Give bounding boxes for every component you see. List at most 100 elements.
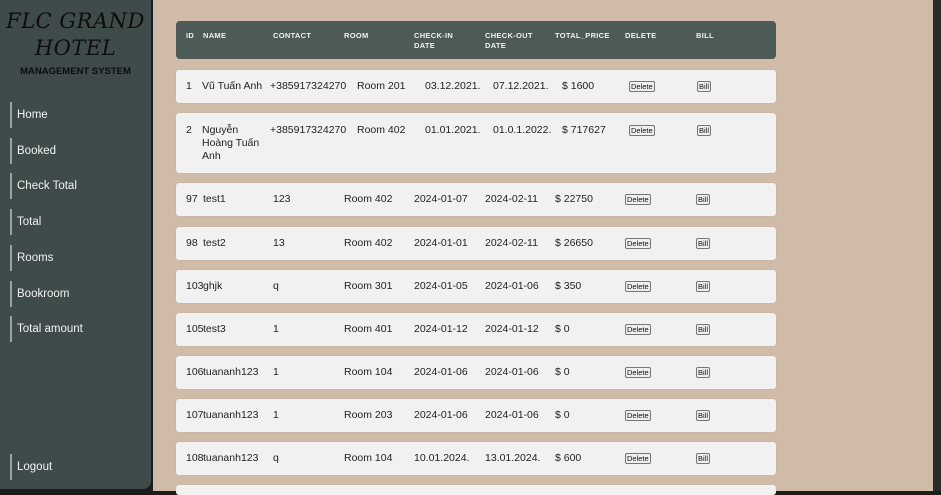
sidebar-item-booked[interactable]: Booked bbox=[10, 138, 56, 164]
bill-button[interactable]: Bill bbox=[696, 410, 711, 421]
cell-id: 97 bbox=[186, 193, 198, 205]
cell-room: Room 104 bbox=[344, 366, 393, 378]
sidebar-item-check-total[interactable]: Check Total bbox=[10, 173, 77, 199]
cell-room: Room 402 bbox=[344, 237, 393, 249]
cell-check-out: 2024-01-06 bbox=[485, 409, 539, 421]
cell-check-out: 2024-02-11 bbox=[485, 193, 538, 205]
cell-id: 106 bbox=[186, 366, 204, 378]
cell-check-in: 2024-01-07 bbox=[414, 193, 468, 205]
cell-name: tuananh123 bbox=[203, 452, 259, 464]
cell-check-out: 2024-01-06 bbox=[485, 366, 539, 378]
cell-contact: q bbox=[273, 280, 279, 292]
cell-name: Nguyễn Hoàng Tuấn Anh bbox=[202, 124, 260, 162]
bill-button[interactable]: Bill bbox=[696, 238, 711, 249]
cell-id: 103 bbox=[186, 280, 204, 292]
sidebar-item-total[interactable]: Total bbox=[10, 209, 41, 235]
cell-check-in: 2024-01-06 bbox=[414, 409, 468, 421]
cell-id: 98 bbox=[186, 237, 198, 249]
cell-contact: q bbox=[273, 452, 279, 464]
page-scrollbar[interactable] bbox=[933, 0, 941, 491]
cell-contact: 1 bbox=[273, 366, 279, 378]
cell-room: Room 402 bbox=[344, 193, 393, 205]
cell-check-in: 10.01.2024. bbox=[414, 452, 470, 464]
cell-total-price: $ 1600 bbox=[562, 80, 595, 92]
table-row: 106 tuananh123 1 Room 104 2024-01-06 202… bbox=[176, 356, 776, 389]
table-row bbox=[176, 485, 776, 495]
sidebar: FLC GRAND HOTEL MANAGEMENT SYSTEM Home B… bbox=[0, 0, 151, 489]
delete-button[interactable]: Delete bbox=[625, 281, 651, 292]
cell-id: 108 bbox=[186, 452, 204, 464]
column-header-check-out: CHECK-OUT DATE bbox=[485, 31, 533, 50]
cell-contact: 123 bbox=[273, 193, 291, 205]
table-row: 107 tuananh123 1 Room 203 2024-01-06 202… bbox=[176, 399, 776, 432]
cell-total-price: $ 22750 bbox=[555, 193, 593, 205]
cell-total-price: $ 717627 bbox=[562, 124, 606, 136]
column-header-bill: BILL bbox=[696, 31, 714, 40]
delete-button[interactable]: Delete bbox=[629, 125, 655, 136]
cell-contact: +385917324270 bbox=[270, 124, 347, 136]
cell-check-out: 07.12.2021. bbox=[493, 80, 549, 92]
brand-subtitle: MANAGEMENT SYSTEM bbox=[20, 66, 131, 77]
cell-room: Room 203 bbox=[344, 409, 393, 421]
cell-name: test2 bbox=[203, 237, 226, 249]
cell-id: 2 bbox=[186, 124, 192, 136]
cell-check-in: 2024-01-01 bbox=[414, 237, 468, 249]
cell-room: Room 104 bbox=[344, 452, 393, 464]
cell-check-in: 03.12.2021. bbox=[425, 80, 481, 92]
bill-button[interactable]: Bill bbox=[696, 367, 711, 378]
bill-button[interactable]: Bill bbox=[697, 125, 712, 136]
delete-button[interactable]: Delete bbox=[629, 81, 655, 92]
brand-title-line2: HOTEL bbox=[34, 36, 117, 60]
cell-check-out: 2024-01-12 bbox=[485, 323, 539, 335]
column-header-contact: CONTACT bbox=[273, 31, 312, 40]
table-row: 97 test1 123 Room 402 2024-01-07 2024-02… bbox=[176, 183, 776, 216]
delete-button[interactable]: Delete bbox=[625, 453, 651, 464]
sidebar-item-rooms[interactable]: Rooms bbox=[10, 245, 53, 271]
table-row: 98 test2 13 Room 402 2024-01-01 2024-02-… bbox=[176, 227, 776, 260]
cell-room: Room 402 bbox=[357, 124, 406, 136]
cell-contact: 1 bbox=[273, 409, 279, 421]
bill-button[interactable]: Bill bbox=[696, 453, 711, 464]
sidebar-item-total-amount[interactable]: Total amount bbox=[10, 316, 83, 342]
brand-title-line1: FLC GRAND bbox=[6, 9, 145, 33]
column-header-delete: DELETE bbox=[625, 31, 657, 40]
bill-button[interactable]: Bill bbox=[696, 324, 711, 335]
cell-check-out: 13.01.2024. bbox=[485, 452, 541, 464]
cell-total-price: $ 600 bbox=[555, 452, 582, 464]
bill-button[interactable]: Bill bbox=[697, 81, 712, 92]
delete-button[interactable]: Delete bbox=[625, 238, 651, 249]
column-header-room: ROOM bbox=[344, 31, 369, 40]
cell-contact: 1 bbox=[273, 323, 279, 335]
cell-contact: 13 bbox=[273, 237, 285, 249]
cell-check-in: 2024-01-12 bbox=[414, 323, 468, 335]
table-row: 103 ghjk q Room 301 2024-01-05 2024-01-0… bbox=[176, 270, 776, 303]
table-row: 2 Nguyễn Hoàng Tuấn Anh +385917324270 Ro… bbox=[176, 113, 776, 173]
sidebar-item-bookroom[interactable]: Bookroom bbox=[10, 281, 69, 307]
cell-contact: +385917324270 bbox=[270, 80, 347, 92]
table-row: 105 test3 1 Room 401 2024-01-12 2024-01-… bbox=[176, 313, 776, 346]
bill-button[interactable]: Bill bbox=[696, 194, 711, 205]
cell-room: Room 201 bbox=[357, 80, 406, 92]
delete-button[interactable]: Delete bbox=[625, 410, 651, 421]
cell-check-out: 2024-02-11 bbox=[485, 237, 538, 249]
cell-total-price: $ 350 bbox=[555, 280, 582, 292]
table-row: 108 tuananh123 q Room 104 10.01.2024. 13… bbox=[176, 442, 776, 475]
delete-button[interactable]: Delete bbox=[625, 367, 651, 378]
cell-check-out: 2024-01-06 bbox=[485, 280, 539, 292]
table-header: ID NAME CONTACT ROOM CHECK-IN DATE CHECK… bbox=[176, 21, 776, 59]
cell-name: test1 bbox=[203, 193, 226, 205]
cell-check-in: 2024-01-05 bbox=[414, 280, 468, 292]
delete-button[interactable]: Delete bbox=[625, 324, 651, 335]
cell-name: tuananh123 bbox=[203, 409, 259, 421]
cell-total-price: $ 26650 bbox=[555, 237, 593, 249]
bill-button[interactable]: Bill bbox=[696, 281, 711, 292]
cell-check-out: 01.0.1.2022. bbox=[493, 124, 552, 136]
cell-total-price: $ 0 bbox=[555, 409, 570, 421]
cell-id: 1 bbox=[186, 80, 192, 92]
delete-button[interactable]: Delete bbox=[625, 194, 651, 205]
sidebar-item-home[interactable]: Home bbox=[10, 102, 48, 128]
sidebar-item-logout[interactable]: Logout bbox=[10, 454, 52, 480]
column-header-check-in: CHECK-IN DATE bbox=[414, 31, 454, 50]
cell-name: ghjk bbox=[203, 280, 223, 292]
cell-total-price: $ 0 bbox=[555, 366, 570, 378]
